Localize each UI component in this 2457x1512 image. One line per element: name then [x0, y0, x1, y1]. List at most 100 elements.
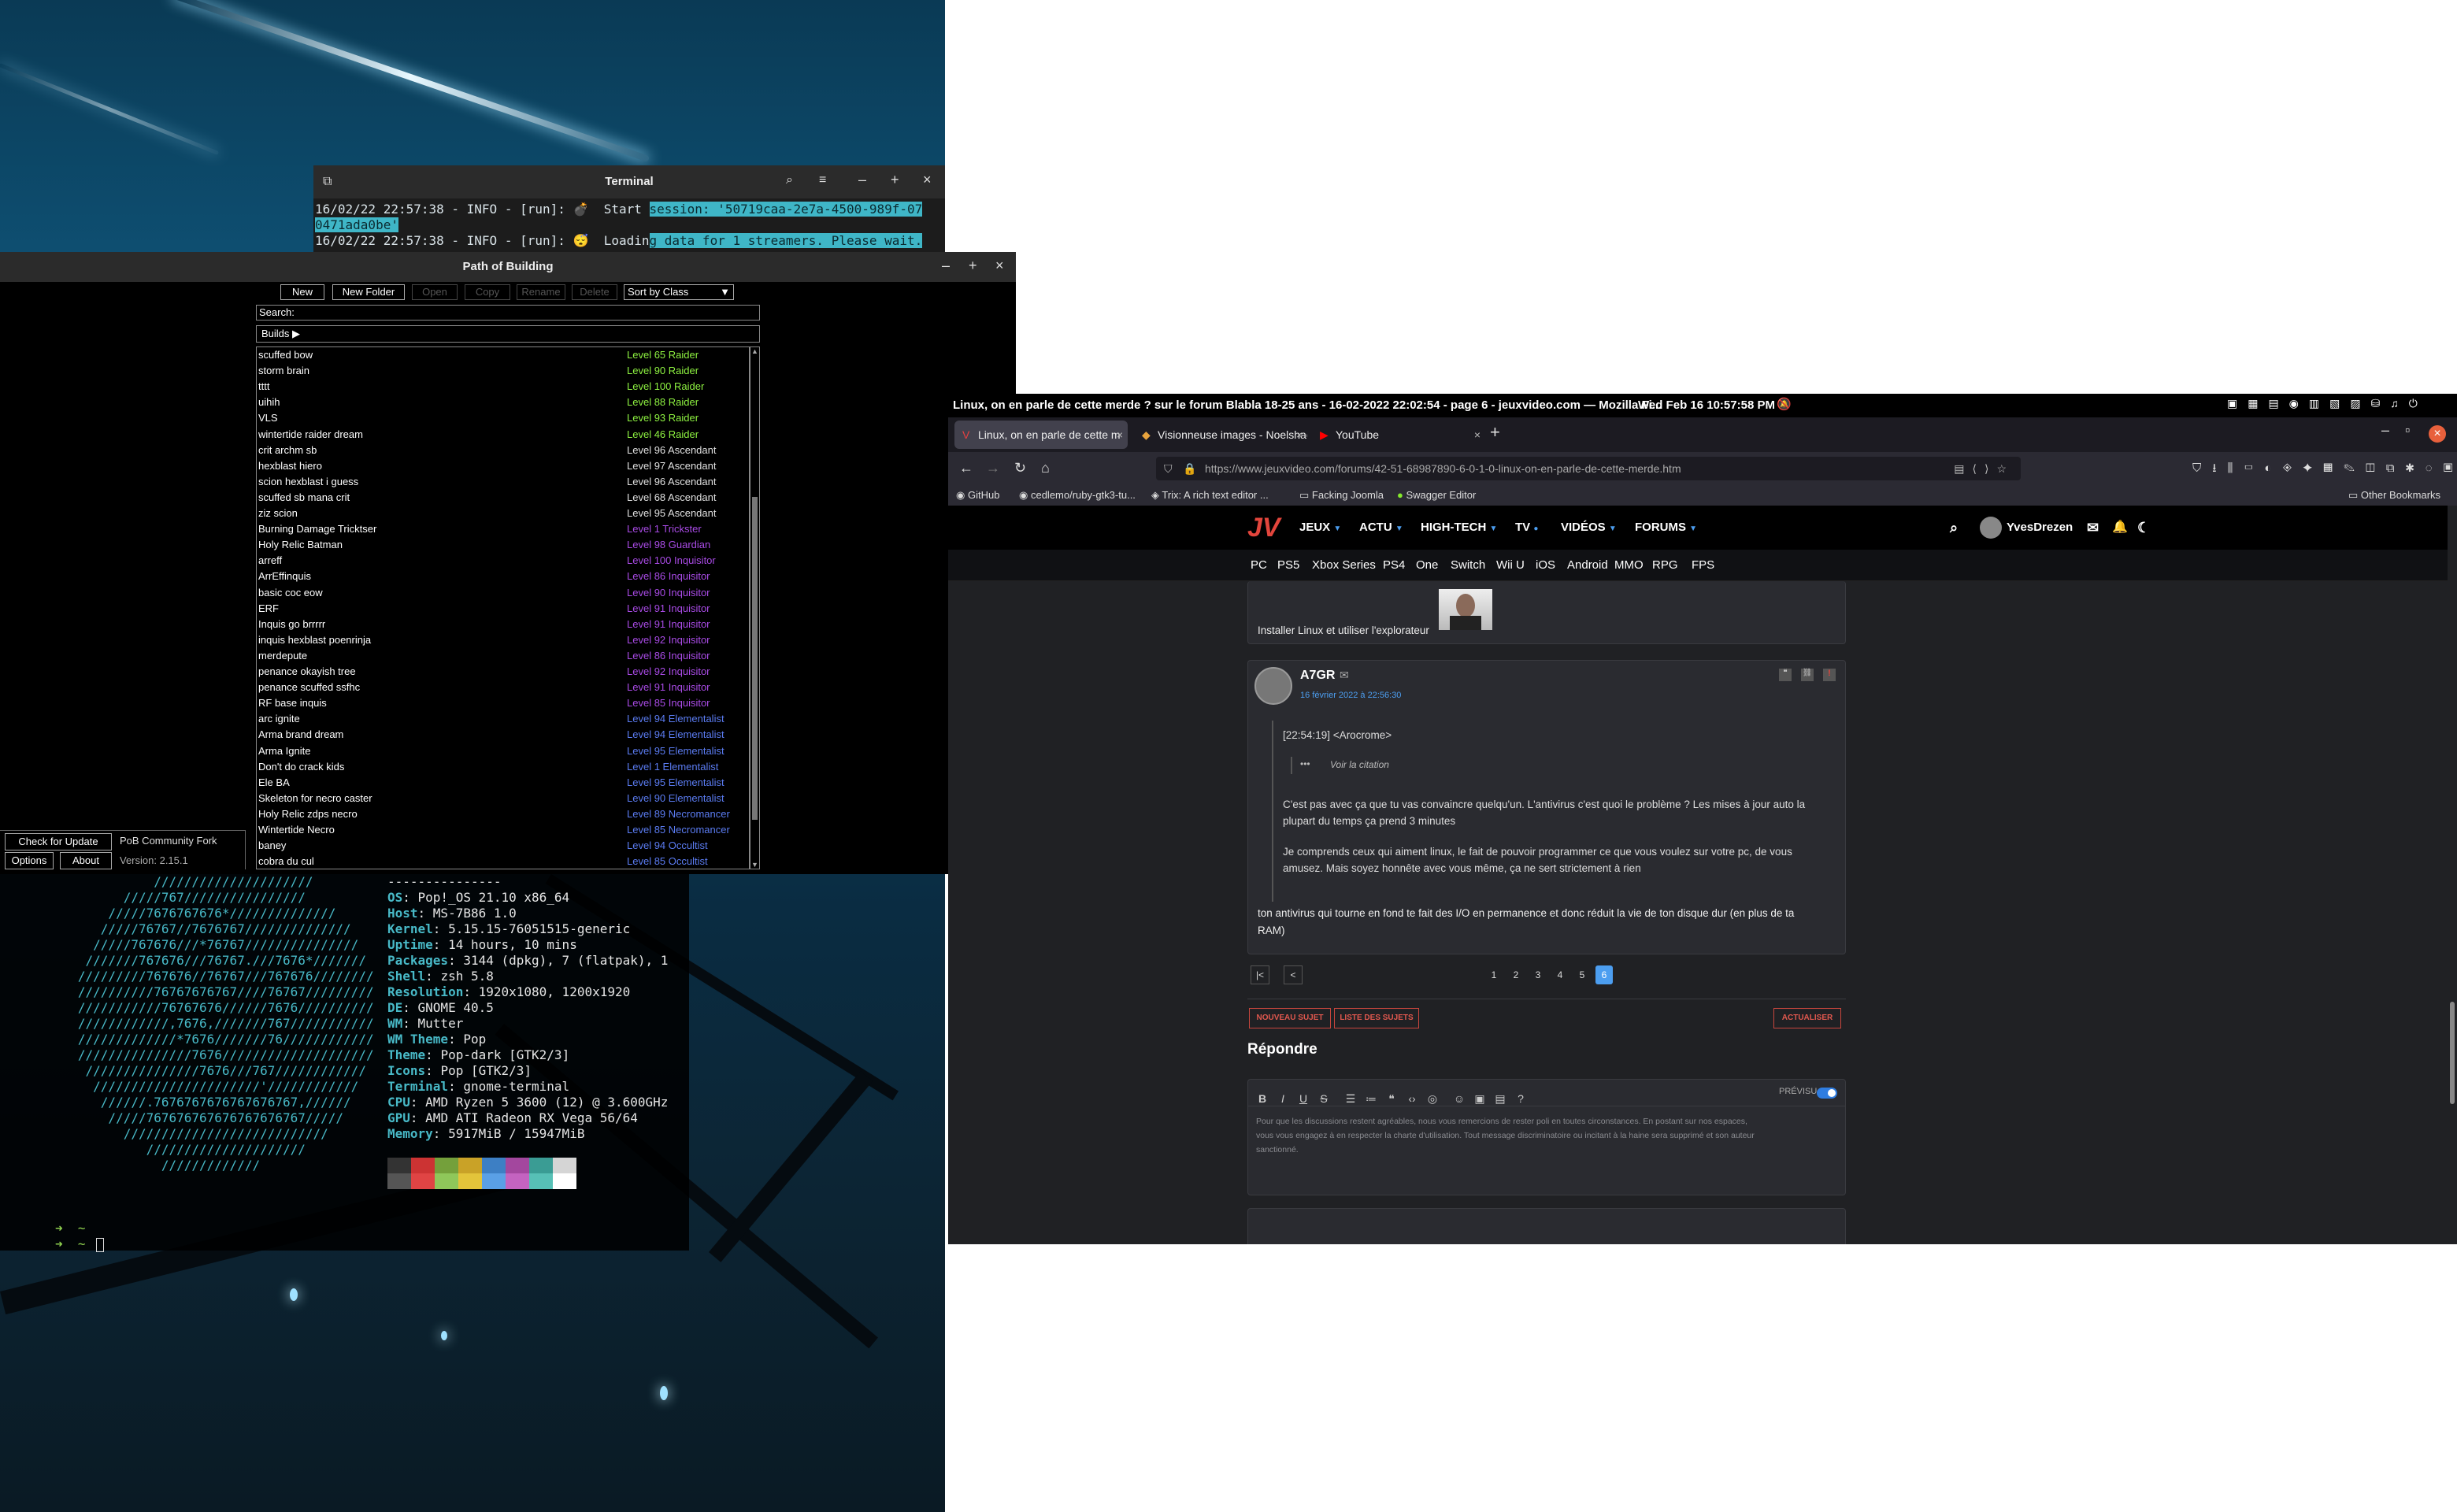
scrollbar-thumb[interactable]: [2450, 1002, 2455, 1104]
close-tab-icon[interactable]: ×: [1474, 421, 1480, 449]
platform-link[interactable]: Xbox Series: [1312, 550, 1376, 581]
code-icon[interactable]: ‹›: [1403, 1090, 1421, 1107]
build-row[interactable]: penance scuffed ssfhc Level 91 Inquisitor: [257, 680, 749, 695]
copy-button[interactable]: Copy: [465, 284, 510, 300]
platform-link[interactable]: PS4: [1383, 550, 1405, 581]
build-row[interactable]: scuffed sb mana crit Level 68 Ascendant: [257, 490, 749, 506]
italic-icon[interactable]: I: [1274, 1090, 1292, 1107]
tab-youtube[interactable]: ▶ YouTube ×: [1312, 421, 1485, 449]
platform-link[interactable]: RPG: [1652, 550, 1678, 581]
search-input[interactable]: Search:: [256, 305, 760, 321]
build-row[interactable]: Holy Relic zdps necro Level 89 Necromance…: [257, 806, 749, 822]
page-link[interactable]: 1: [1485, 965, 1503, 984]
build-row[interactable]: ziz scion Level 95 Ascendant: [257, 506, 749, 521]
bell-icon[interactable]: 🔔: [2112, 506, 2128, 550]
build-row[interactable]: basic coc eow Level 90 Inquisitor: [257, 585, 749, 601]
new-topic-button[interactable]: NOUVEAU SUJET: [1249, 1008, 1331, 1028]
platform-link[interactable]: Wii U: [1496, 550, 1525, 581]
report-icon[interactable]: !: [1823, 669, 1836, 681]
minimize-icon[interactable]: –: [858, 172, 866, 188]
bookmark-joomla[interactable]: ▭ Facking Joomla: [1299, 485, 1384, 506]
build-row[interactable]: crit archm sb Level 96 Ascendant: [257, 443, 749, 458]
build-row[interactable]: scion hexblast i guess Level 96 Ascendant: [257, 474, 749, 490]
build-row[interactable]: Holy Relic Batman Level 98 Guardian: [257, 537, 749, 553]
build-row[interactable]: arreff Level 100 Inquisitor: [257, 553, 749, 569]
platform-link[interactable]: iOS: [1536, 550, 1555, 581]
url-actions-icons[interactable]: ▤⟨⟩☆: [1954, 457, 2014, 480]
page-link[interactable]: 2: [1507, 965, 1525, 984]
build-row[interactable]: Skeleton for necro caster Level 90 Elemen…: [257, 791, 749, 806]
quote-icon[interactable]: ❝: [1779, 669, 1792, 681]
menu-videos[interactable]: VIDÉOS ▼: [1561, 506, 1617, 551]
minimize-icon[interactable]: –: [2381, 422, 2389, 439]
platform-link[interactable]: FPS: [1692, 550, 1714, 581]
build-list[interactable]: scuffed bow Level 65 Raider storm brain Lev…: [256, 346, 750, 869]
build-row[interactable]: Inquis go brrrrr Level 91 Inquisitor: [257, 617, 749, 632]
clock[interactable]: Wed Feb 16 10:57:58 PM: [1638, 398, 1775, 412]
build-row[interactable]: Arma Ignite Level 95 Elementalist: [257, 743, 749, 759]
reload-icon[interactable]: ↻: [1014, 460, 1026, 476]
close-tab-icon[interactable]: ×: [1117, 421, 1123, 449]
menu-actu[interactable]: ACTU ▼: [1359, 506, 1403, 551]
platform-link[interactable]: Android: [1567, 550, 1608, 581]
moon-icon[interactable]: ☾: [2137, 506, 2150, 550]
first-page-icon[interactable]: |<: [1251, 965, 1269, 984]
build-row[interactable]: hexblast hiero Level 97 Ascendant: [257, 458, 749, 474]
tray-icons[interactable]: ▣▦▤◉▥▧▨⛁♫⏻: [2227, 397, 2428, 410]
back-icon[interactable]: ←: [959, 460, 973, 476]
platform-link[interactable]: PC: [1251, 550, 1267, 581]
delete-button[interactable]: Delete: [572, 284, 617, 300]
close-icon[interactable]: ×: [923, 172, 932, 188]
quote-icon[interactable]: ❝: [1383, 1090, 1400, 1107]
build-row[interactable]: Burning Damage Tricktser Level 1 Trickste…: [257, 521, 749, 537]
spoiler-icon[interactable]: ◎: [1424, 1090, 1441, 1107]
build-row[interactable]: Ele BA Level 95 Elementalist: [257, 775, 749, 791]
page-link[interactable]: 6: [1595, 965, 1613, 984]
page-scrollbar[interactable]: [2448, 506, 2457, 1244]
mail-icon[interactable]: ✉: [1340, 669, 1349, 682]
builds-folder[interactable]: Builds ▶: [256, 325, 760, 343]
underline-icon[interactable]: U: [1295, 1090, 1312, 1107]
build-row[interactable]: cobra du cul Level 85 Occultist: [257, 854, 749, 869]
new-button[interactable]: New: [280, 284, 324, 300]
post-date[interactable]: 16 février 2022 à 22:56:30: [1300, 691, 1401, 700]
build-row[interactable]: Don't do crack kids Level 1 Elementalist: [257, 759, 749, 775]
forward-icon[interactable]: →: [986, 460, 1000, 476]
minimize-icon[interactable]: –: [942, 258, 950, 274]
new-folder-button[interactable]: New Folder: [332, 284, 405, 300]
post-image[interactable]: [1439, 589, 1492, 630]
nested-quote[interactable]: ••• Voir la citation: [1291, 757, 1448, 774]
menu-tv[interactable]: TV ●: [1515, 506, 1538, 551]
build-row[interactable]: RF base inquis Level 85 Inquisitor: [257, 695, 749, 711]
menu-forums[interactable]: FORUMS ▼: [1635, 506, 1697, 551]
scrollbar-thumb[interactable]: [752, 497, 758, 820]
preview-toggle[interactable]: [1817, 1088, 1837, 1099]
build-row[interactable]: ERF Level 91 Inquisitor: [257, 601, 749, 617]
new-tab-icon[interactable]: +: [1490, 422, 1500, 443]
page-link[interactable]: 4: [1551, 965, 1569, 984]
sort-select[interactable]: Sort by Class ▼: [624, 284, 734, 300]
prev-page-icon[interactable]: <: [1284, 965, 1303, 984]
bookmark-cedlemo[interactable]: ◉ cedlemo/ruby-gtk3-tu...: [1019, 485, 1136, 506]
build-row[interactable]: VLS Level 93 Raider: [257, 410, 749, 426]
build-row[interactable]: merdepute Level 86 Inquisitor: [257, 648, 749, 664]
video-icon[interactable]: ▤: [1492, 1090, 1509, 1107]
maximize-icon[interactable]: ▫: [2405, 422, 2410, 439]
build-row[interactable]: storm brain Level 90 Raider: [257, 363, 749, 379]
build-row[interactable]: Arma brand dream Level 94 Elementalist: [257, 727, 749, 743]
bookmark-swagger[interactable]: ● Swagger Editor: [1397, 485, 1476, 506]
platform-link[interactable]: Switch: [1451, 550, 1485, 581]
notifications-off-icon[interactable]: 🔕: [1777, 397, 1792, 411]
bullet-list-icon[interactable]: ☰: [1342, 1090, 1359, 1107]
platform-link[interactable]: PS5: [1277, 550, 1299, 581]
search-icon[interactable]: ⌕: [1950, 506, 1958, 550]
open-button[interactable]: Open: [412, 284, 458, 300]
post-author[interactable]: A7GR: [1300, 669, 1335, 683]
reply-editor[interactable]: PRÉVISU Pour que les discussions restent…: [1247, 1079, 1846, 1195]
help-icon[interactable]: ?: [1512, 1090, 1529, 1107]
options-button[interactable]: Options: [5, 852, 54, 869]
toolbar-icons[interactable]: ⛉⭳⫼▭◐◈✦▦✎◫⧉✱◌▣⇶⋮: [2192, 460, 2457, 480]
platform-link[interactable]: One: [1416, 550, 1438, 581]
scroll-up-icon[interactable]: ▲: [751, 347, 758, 355]
username[interactable]: YvesDrezen: [2007, 506, 2073, 550]
